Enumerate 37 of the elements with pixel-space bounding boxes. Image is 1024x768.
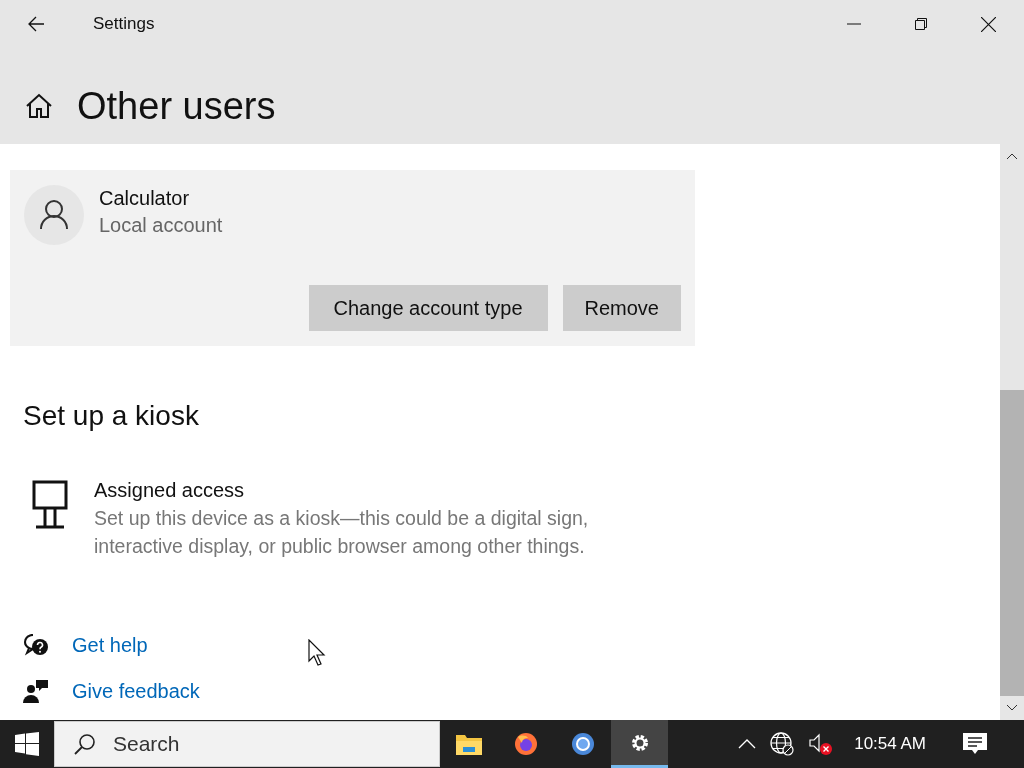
restore-icon[interactable] xyxy=(914,17,928,31)
windows-logo-icon xyxy=(15,732,39,756)
help-chat-icon xyxy=(23,633,49,657)
change-account-type-button[interactable]: Change account type xyxy=(308,285,548,331)
account-name: Calculator xyxy=(99,187,191,210)
notification-icon[interactable] xyxy=(962,732,988,756)
user-avatar-icon xyxy=(24,185,84,245)
scroll-up-icon[interactable] xyxy=(1006,152,1018,160)
browser-circle-icon xyxy=(570,732,595,756)
window-title: Settings xyxy=(93,14,155,34)
home-icon[interactable] xyxy=(25,93,53,119)
network-globe-icon[interactable] xyxy=(770,732,795,756)
assigned-access-description: Set up this device as a kiosk—this could be a digital sign, interactive display, or public browser among other things. xyxy=(94,506,590,559)
section-heading: Set up a kiosk xyxy=(23,400,200,432)
fox-globe-icon xyxy=(513,732,538,756)
feedback-person-icon xyxy=(23,679,49,703)
page-title: Other users xyxy=(77,84,276,128)
taskbar-clock[interactable]: 10:54 AM xyxy=(854,734,926,754)
taskbar-app-button[interactable] xyxy=(611,720,668,768)
taskbar-search-field[interactable]: Search xyxy=(54,721,440,767)
back-arrow-icon[interactable] xyxy=(26,14,46,34)
remove-button[interactable]: Remove xyxy=(562,285,681,331)
get-help-link[interactable]: Get help xyxy=(72,632,148,658)
close-icon[interactable] xyxy=(981,16,996,32)
scrollbar[interactable] xyxy=(1000,144,1024,720)
kiosk-display-icon[interactable] xyxy=(32,480,68,530)
give-feedback-link[interactable]: Give feedback xyxy=(72,678,200,704)
folder-icon xyxy=(455,733,482,755)
speaker-muted-icon[interactable] xyxy=(808,732,835,756)
chevron-up-icon[interactable] xyxy=(738,739,757,749)
account-card[interactable]: Calculator Local account Change account type Remove xyxy=(10,170,695,346)
scrollbar-thumb[interactable] xyxy=(1000,390,1024,696)
assigned-access-link[interactable]: Assigned access xyxy=(94,476,654,504)
scroll-down-icon[interactable] xyxy=(1006,704,1018,712)
mouse-cursor-icon xyxy=(308,639,326,666)
gear-icon xyxy=(629,732,650,753)
account-type: Local account xyxy=(99,214,223,237)
